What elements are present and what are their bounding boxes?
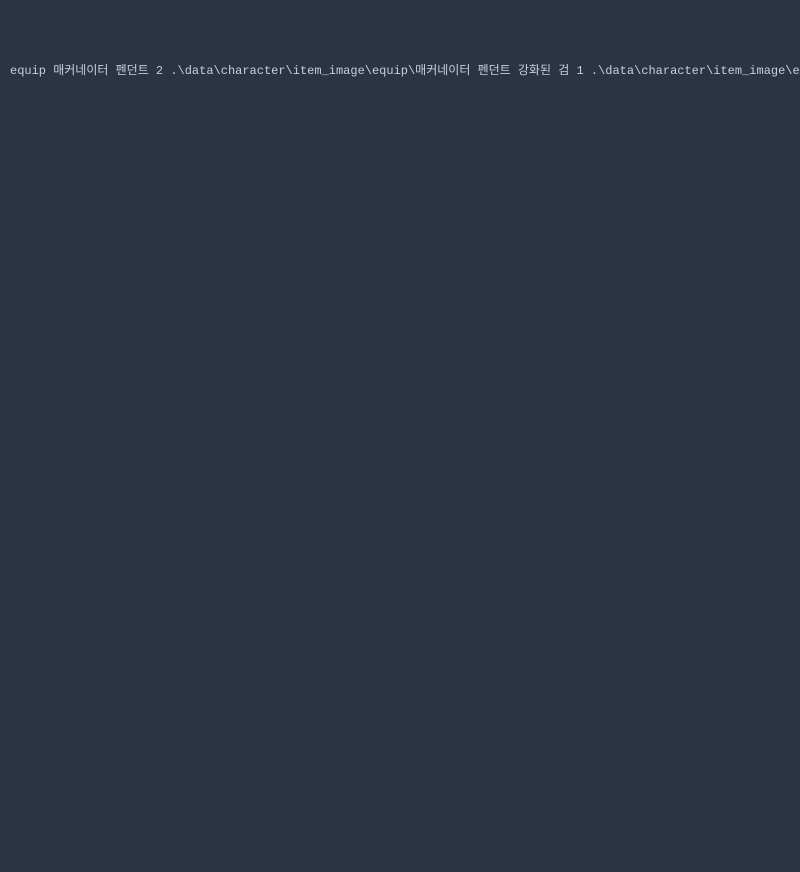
console-output: equip 매커네이터 펜던트 2 .\data\character\item_… (10, 64, 790, 78)
